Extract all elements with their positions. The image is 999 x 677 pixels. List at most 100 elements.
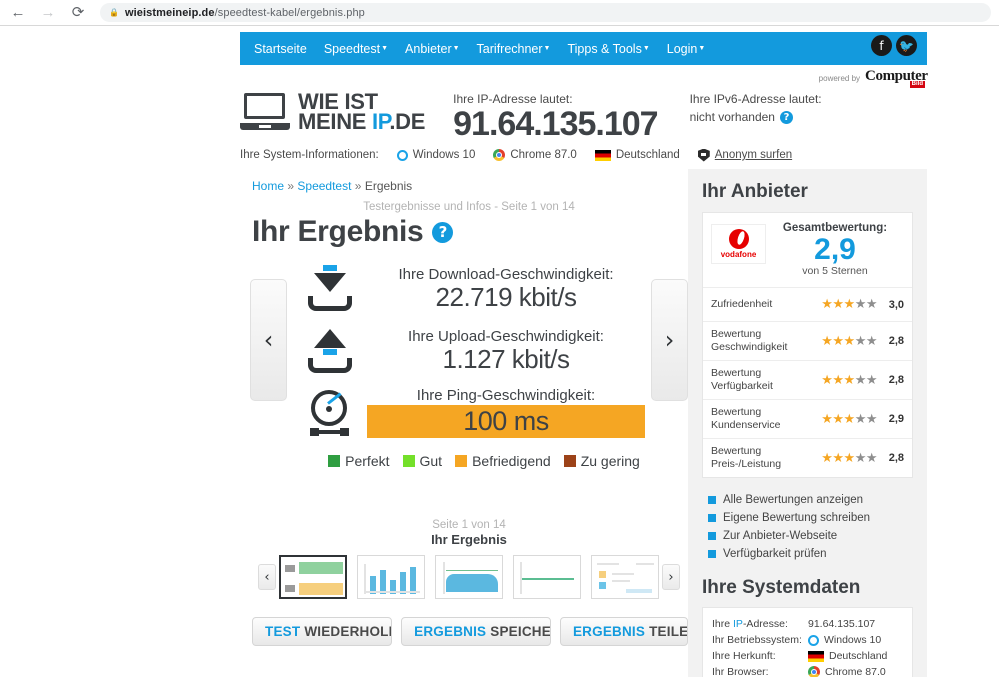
result-slider: ‹ Ihre Download-Geschwindigkeit: 22.719 … (250, 257, 688, 443)
twitter-icon[interactable]: 🐦 (896, 35, 917, 56)
ergebnis-teilen-button[interactable]: ERGEBNISTEILEN (559, 617, 688, 646)
rating-value: 2,9 (888, 413, 904, 425)
legend-item-perfekt: Perfekt (328, 453, 390, 469)
sysdata-key: Ihr Betriebssystem: (712, 634, 802, 646)
sidebar-link-label: Verfügbarkeit prüfen (723, 548, 827, 560)
slider-next-button[interactable]: › (651, 279, 688, 401)
result-row-ping: Ihre Ping-Geschwindigkeit: 100 ms (293, 381, 645, 443)
forward-arrow-icon[interactable]: → (38, 3, 58, 23)
social-links: f 🐦 (871, 35, 917, 56)
site-header: WIE IST MEINE IP.DE Ihre IP-Adresse laut… (240, 87, 927, 143)
flag-de-icon (594, 149, 611, 161)
main-navigation: Startseite Speedtest▼ Anbieter▼ Tarifrec… (240, 32, 927, 65)
overall-rating-value: 2,9 (814, 233, 856, 266)
legend-swatch (328, 455, 341, 467)
legend-swatch (455, 455, 468, 467)
ipv6-address-value: nicht vorhanden ? (690, 110, 822, 124)
ping-text: Ihre Ping-Geschwindigkeit: 100 ms (367, 387, 645, 438)
breadcrumb-home[interactable]: Home (252, 179, 284, 193)
thumbnail-next-button[interactable]: › (662, 564, 680, 590)
lock-icon: 🔒 (109, 8, 119, 17)
system-info-browser: Chrome 87.0 (493, 149, 577, 161)
system-info-label: Ihre System-Informationen: (240, 149, 379, 161)
ergebnis-teilen-label: ERGEBNISTEILEN (561, 618, 687, 645)
thumbnail-prev-button[interactable]: ‹ (258, 564, 276, 590)
ping-label: Ihre Ping-Geschwindigkeit: (416, 386, 596, 404)
test-wiederholen-button[interactable]: TESTWIEDERHOLEN ↻ (252, 617, 393, 646)
ping-highlight-bar: 100 ms (367, 404, 645, 438)
nav-item-login[interactable]: Login▼ (667, 42, 706, 56)
main-column: Home » Speedtest » Ergebnis Testergebnis… (240, 169, 688, 677)
upload-value: 1.127 kbit/s (442, 343, 570, 374)
legend-swatch (563, 455, 576, 467)
system-info-country: Deutschland (594, 149, 680, 161)
provider-summary: vodafone Gesamtbewertung: 2,9 von 5 Ster… (703, 213, 912, 287)
rating-name: Bewertung Kundenservice (711, 406, 781, 431)
nav-item-startseite[interactable]: Startseite (254, 42, 307, 56)
legend-label: Perfekt (345, 453, 390, 469)
bullet-icon (708, 532, 716, 540)
nav-item-tarifrechner[interactable]: Tarifrechner▼ (477, 42, 551, 56)
sidebar-link-alle-bewertungen[interactable]: Alle Bewertungen anzeigen (702, 491, 913, 509)
sidebar-link-anbieter-webseite[interactable]: Zur Anbieter-Webseite (702, 527, 913, 545)
sysdata-row-ip: Ihre IP-Adresse: 91.64.135.107 (712, 616, 903, 632)
brand-wordmark[interactable]: WIE IST MEINE IP.DE (298, 91, 425, 133)
table-row: Bewertung Geschwindigkeit ★★★★★ 2,8 (703, 321, 912, 360)
sysdata-value: Chrome 87.0 (808, 666, 886, 677)
thumb-tabelle[interactable] (591, 555, 659, 599)
vodafone-mark-icon (728, 229, 749, 249)
page-title: Ihr Ergebnis (252, 215, 424, 248)
address-bar[interactable]: 🔒 wieistmeineip.de/speedtest-kabel/ergeb… (100, 3, 991, 22)
thumb-balkendiagramm[interactable] (357, 555, 425, 599)
sidebar: Ihr Anbieter vodafone Gesamtbewertung: 2… (688, 169, 927, 677)
action-word-secondary: SPEICHERN (490, 624, 551, 639)
table-row: Bewertung Verfügbarkeit ★★★★★ 2,8 (703, 360, 912, 399)
breadcrumb-speedtest[interactable]: Speedtest (297, 179, 351, 193)
anonymous-surf-label[interactable]: Anonym surfen (715, 149, 792, 161)
system-info-browser-label: Chrome 87.0 (510, 149, 577, 161)
page-subtitle: Testergebnisse und Infos - Seite 1 von 1… (363, 201, 575, 213)
sysdata-row-os: Ihr Betriebssystem: Windows 10 (712, 632, 903, 648)
legend-item-befriedigend: Befriedigend (455, 453, 551, 469)
sidebar-link-label: Alle Bewertungen anzeigen (723, 494, 864, 506)
rating-value: 2,8 (888, 335, 904, 347)
sidebar-link-verfuegbarkeit[interactable]: Verfügbarkeit prüfen (702, 545, 913, 563)
chevron-down-icon: ▼ (452, 44, 460, 52)
result-row-upload: Ihre Upload-Geschwindigkeit: 1.127 kbit/… (293, 319, 645, 381)
nav-item-speedtest[interactable]: Speedtest▼ (324, 42, 388, 56)
facebook-icon[interactable]: f (871, 35, 892, 56)
thumb-liniendiagramm[interactable] (513, 555, 581, 599)
sidebar-link-eigene-bewertung[interactable]: Eigene Bewertung schreiben (702, 509, 913, 527)
sysdata-card: Ihre IP-Adresse: 91.64.135.107 Ihr Betri… (702, 607, 913, 677)
thumb-ihr-ergebnis[interactable] (279, 555, 347, 599)
rating-value: 2,8 (888, 452, 904, 464)
action-word-primary: ERGEBNIS (414, 624, 487, 639)
action-word-primary: ERGEBNIS (572, 624, 646, 639)
anonymous-surf-link[interactable]: Anonym surfen (697, 148, 792, 162)
star-rating: ★★★★★ (821, 297, 877, 312)
help-icon[interactable]: ? (779, 110, 793, 124)
quality-legend: Perfekt Gut Befriedigend Zu gering (250, 453, 688, 469)
nav-item-anbieter[interactable]: Anbieter▼ (405, 42, 460, 56)
upload-text: Ihre Upload-Geschwindigkeit: 1.127 kbit/… (367, 328, 645, 373)
vodafone-wordmark: vodafone (720, 250, 757, 259)
computerbild-logo: Computer Bild (865, 68, 928, 88)
legend-label: Gut (419, 453, 443, 469)
breadcrumb-separator: » (287, 179, 295, 193)
thumb-flaechendiagramm[interactable] (435, 555, 503, 599)
star-rating: ★★★★★ (821, 450, 877, 466)
ip-address-value: 91.64.135.107 (453, 105, 658, 143)
chrome-icon (808, 666, 820, 677)
slider-prev-button[interactable]: ‹ (250, 279, 287, 401)
star-rating: ★★★★★ (821, 372, 877, 388)
page-title-row: Ihr Ergebnis ? (250, 215, 688, 249)
help-icon[interactable]: ? (432, 221, 454, 243)
nav-item-tipps-tools[interactable]: Tipps & Tools▼ (567, 42, 649, 56)
legend-label: Befriedigend (472, 453, 551, 469)
reload-icon[interactable]: ⟳ (68, 3, 88, 23)
bullet-icon (708, 496, 716, 504)
back-arrow-icon[interactable]: ← (8, 3, 28, 23)
sysdata-key: Ihre Herkunft: (712, 650, 776, 662)
sysdata-key: Ihr Browser: (712, 666, 769, 677)
ergebnis-speichern-button[interactable]: ERGEBNISSPEICHERN (401, 617, 551, 646)
